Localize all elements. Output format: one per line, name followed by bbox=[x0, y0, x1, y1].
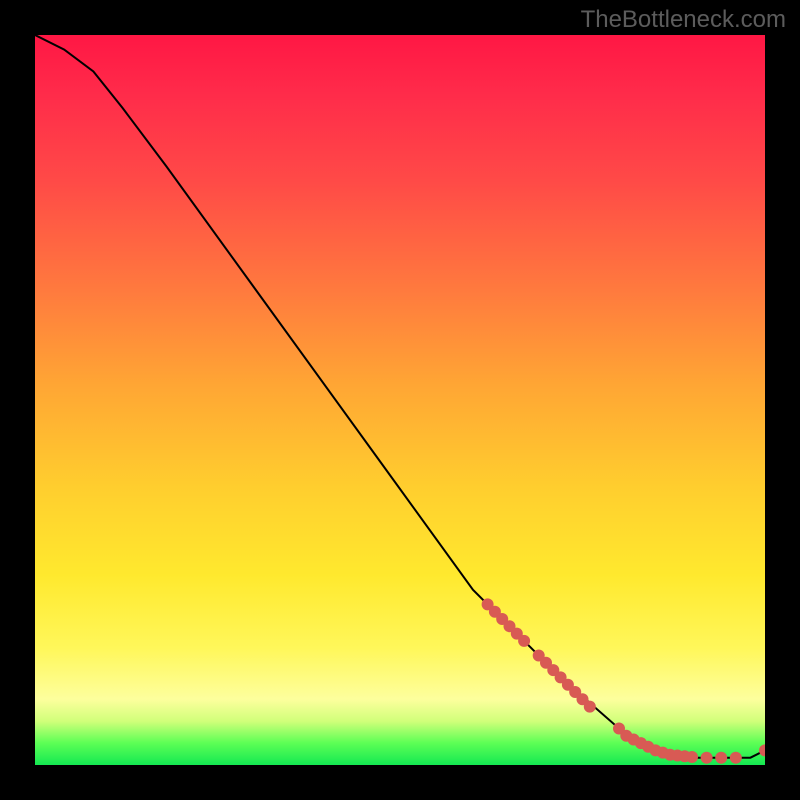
data-marker bbox=[701, 752, 713, 764]
data-marker bbox=[686, 751, 698, 763]
marker-group bbox=[482, 598, 765, 763]
plot-area bbox=[35, 35, 765, 765]
curve-path bbox=[35, 35, 765, 758]
attribution-text: TheBottleneck.com bbox=[581, 6, 786, 34]
chart-stage: TheBottleneck.com bbox=[0, 0, 800, 800]
data-marker bbox=[584, 701, 596, 713]
data-marker bbox=[759, 744, 765, 756]
chart-svg bbox=[35, 35, 765, 765]
data-marker bbox=[715, 752, 727, 764]
data-marker bbox=[730, 752, 742, 764]
data-marker bbox=[518, 635, 530, 647]
